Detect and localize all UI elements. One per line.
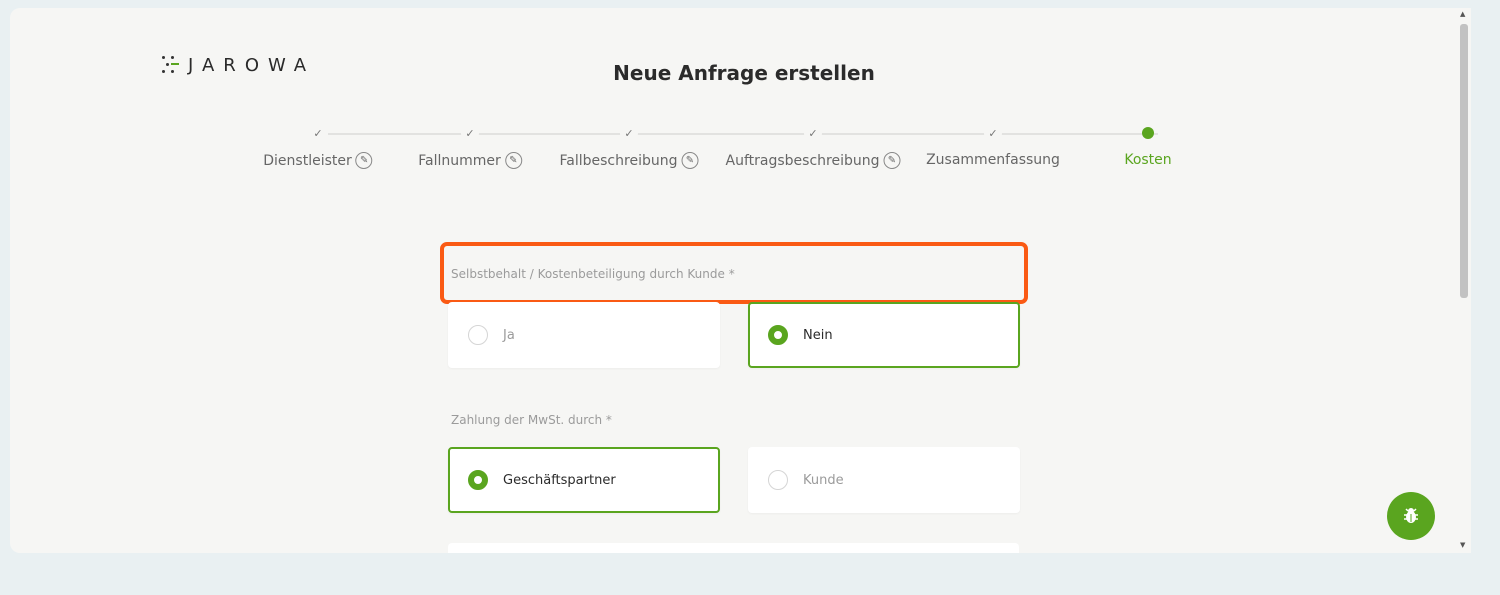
step-label: Auftragsbeschreibung ✎ bbox=[726, 152, 901, 169]
step-label: Kosten bbox=[1124, 152, 1172, 168]
step-label: Zusammenfassung bbox=[926, 152, 1060, 168]
check-icon: ✓ bbox=[984, 124, 1002, 142]
scroll-up-icon[interactable]: ▲ bbox=[1460, 10, 1465, 18]
scroll-down-icon[interactable]: ▼ bbox=[1460, 541, 1465, 549]
vat-option-geschaeftspartner[interactable]: Geschäftspartner bbox=[448, 447, 720, 513]
step-label: Fallbeschreibung ✎ bbox=[560, 152, 699, 169]
step-label: Fallnummer ✎ bbox=[418, 152, 522, 169]
active-step-icon bbox=[1142, 127, 1154, 139]
step-label: Dienstleister ✎ bbox=[263, 152, 373, 169]
next-field-card[interactable] bbox=[448, 543, 1019, 553]
radio-checked-icon[interactable] bbox=[468, 470, 488, 490]
check-icon: ✓ bbox=[461, 124, 479, 142]
pencil-circle-icon[interactable]: ✎ bbox=[504, 152, 522, 169]
check-icon: ✓ bbox=[620, 124, 638, 142]
scrollbar-thumb[interactable] bbox=[1460, 24, 1468, 298]
deductible-option-nein[interactable]: Nein bbox=[748, 302, 1020, 368]
vertical-scrollbar[interactable]: ▲ ▼ bbox=[1457, 8, 1471, 553]
bug-report-button[interactable] bbox=[1387, 492, 1435, 540]
vat-label: Zahlung der MwSt. durch * bbox=[451, 413, 612, 427]
check-icon: ✓ bbox=[804, 124, 822, 142]
check-icon: ✓ bbox=[309, 124, 327, 142]
radio-checked-icon[interactable] bbox=[768, 325, 788, 345]
app-window: JAROWA Neue Anfrage erstellen ✓ Dienstle… bbox=[10, 8, 1471, 553]
pencil-circle-icon[interactable]: ✎ bbox=[681, 152, 699, 169]
radio-unchecked-icon[interactable] bbox=[468, 325, 488, 345]
vat-option-kunde[interactable]: Kunde bbox=[748, 447, 1020, 513]
pencil-circle-icon[interactable]: ✎ bbox=[883, 152, 901, 169]
deductible-label: Selbstbehalt / Kostenbeteiligung durch K… bbox=[451, 267, 735, 281]
radio-unchecked-icon[interactable] bbox=[768, 470, 788, 490]
deductible-option-ja[interactable]: Ja bbox=[448, 302, 720, 368]
bug-icon bbox=[1404, 508, 1418, 523]
page-title: Neue Anfrage erstellen bbox=[613, 61, 875, 85]
pencil-circle-icon[interactable]: ✎ bbox=[355, 152, 373, 169]
stepper-track bbox=[328, 133, 1158, 135]
